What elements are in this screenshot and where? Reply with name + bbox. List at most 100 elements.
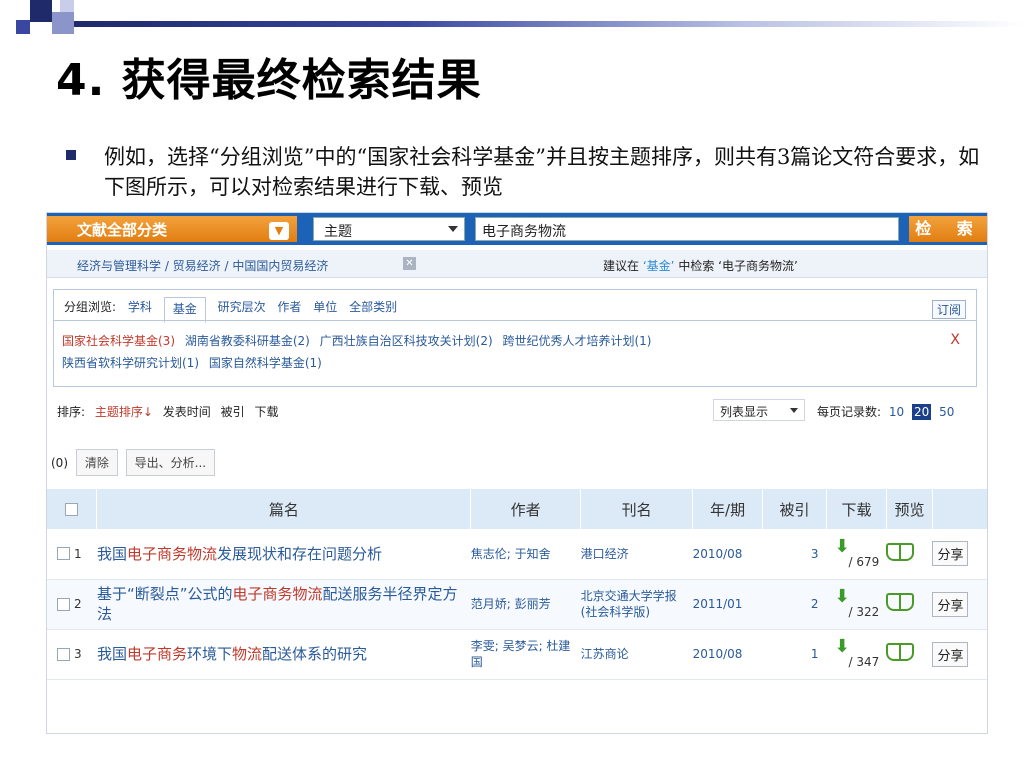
category-select[interactable]: 文献全部分类 ▼ <box>47 216 297 242</box>
download-cell: ⬇/ 322 <box>826 579 887 630</box>
sort-option-cited[interactable]: 被引 <box>221 405 245 419</box>
row-checkbox[interactable] <box>57 647 70 661</box>
issue-date[interactable]: 2010/08 <box>692 629 763 680</box>
deco-square-pale <box>60 0 74 12</box>
share-cell: 分享 <box>932 529 987 580</box>
authors[interactable]: 焦志伦; 于知舍 <box>470 529 581 580</box>
search-results-screenshot: 文献全部分类 ▼ 主题 电子商务物流 检 索 经济与管理科学 / 贸易经济 / … <box>46 212 988 734</box>
download-count: / 347 <box>848 655 880 669</box>
sort-option-topic[interactable]: 主题排序↓ <box>95 405 153 419</box>
group-tabs: 分组浏览: 学科 基金 研究层次 作者 单位 全部类别 <box>64 297 405 323</box>
bullet-text: 例如，选择“分组浏览”中的“国家社会科学基金”并且按主题排序，则共有3篇论文符合… <box>104 145 980 199</box>
share-button[interactable]: 分享 <box>932 641 969 667</box>
share-button[interactable]: 分享 <box>932 591 969 617</box>
select-all-cell <box>47 489 98 529</box>
sort-option-downloads[interactable]: 下载 <box>254 405 278 419</box>
issue-date[interactable]: 2010/08 <box>692 529 763 580</box>
tab-subject[interactable]: 学科 <box>128 300 152 314</box>
fund-list: 国家社会科学基金(3) 湖南省教委科研基金(2) 广西壮族自治区科技攻关计划(2… <box>62 330 922 374</box>
citation-count[interactable]: 1 <box>762 629 827 680</box>
share-cell: 分享 <box>932 629 987 680</box>
fund-item[interactable]: 湖南省教委科研基金(2) <box>185 334 310 348</box>
subscribe-button[interactable]: 订阅 <box>931 300 966 319</box>
row-select: 3 <box>47 629 97 680</box>
per-page-50[interactable]: 50 <box>939 405 954 419</box>
authors[interactable]: 范月娇; 彭丽芳 <box>470 579 581 630</box>
title-text: 我国 <box>96 645 127 663</box>
fund-item[interactable]: 广西壮族自治区科技攻关计划(2) <box>320 334 493 348</box>
journal-name[interactable]: 北京交通大学学报(社会科学版) <box>580 579 693 630</box>
group-label: 分组浏览: <box>64 300 117 314</box>
download-icon[interactable]: ⬇ <box>835 537 887 555</box>
header-preview: 预览 <box>886 489 933 529</box>
header-cited[interactable]: 被引 <box>762 489 827 529</box>
article-title-link[interactable]: 我国电子商务环境下物流配送体系的研究 <box>96 629 471 680</box>
deco-square-dark <box>30 0 52 22</box>
tab-all-categories[interactable]: 全部类别 <box>349 300 397 314</box>
download-cell: ⬇/ 679 <box>826 529 887 580</box>
per-page-10[interactable]: 10 <box>889 405 904 419</box>
book-preview-icon[interactable] <box>886 643 915 661</box>
book-preview-icon[interactable] <box>886 542 915 561</box>
title-text: 发展现状和存在问题分析 <box>217 544 383 563</box>
fund-item[interactable]: 国家自然科学基金(1) <box>209 356 322 370</box>
search-input[interactable]: 电子商务物流 <box>475 217 899 241</box>
header-author[interactable]: 作者 <box>470 489 582 529</box>
citation-count[interactable]: 3 <box>762 529 827 580</box>
close-icon[interactable]: ✕ <box>403 257 416 270</box>
header-share <box>932 489 987 529</box>
category-label: 文献全部分类 <box>77 221 168 239</box>
title-keyword: 物流 <box>232 645 263 663</box>
share-button[interactable]: 分享 <box>932 541 969 567</box>
header-downloads[interactable]: 下载 <box>826 489 887 529</box>
issue-date[interactable]: 2011/01 <box>692 579 763 630</box>
field-select[interactable]: 主题 <box>313 217 465 241</box>
chevron-down-icon: ▼ <box>269 222 289 240</box>
article-title-link[interactable]: 我国电子商务物流发展现状和存在问题分析 <box>96 529 471 580</box>
fund-item[interactable]: 跨世纪优秀人才培养计划(1) <box>502 334 651 348</box>
book-preview-icon[interactable] <box>886 593 915 611</box>
tab-research-level[interactable]: 研究层次 <box>218 300 266 314</box>
export-analyze-button[interactable]: 导出、分析... <box>125 449 216 476</box>
download-icon[interactable]: ⬇ <box>835 588 887 606</box>
sort-option-date[interactable]: 发表时间 <box>163 405 211 419</box>
tab-institution[interactable]: 单位 <box>313 300 337 314</box>
result-actions: (0) 清除 导出、分析... <box>51 449 216 476</box>
header-title[interactable]: 篇名 <box>96 489 472 529</box>
view-mode-select[interactable]: 列表显示 <box>713 399 805 421</box>
download-icon[interactable]: ⬇ <box>835 638 887 656</box>
header-date[interactable]: 年/期 <box>692 489 764 529</box>
title-keyword: 电子商务物流 <box>126 544 217 563</box>
row-checkbox[interactable] <box>57 547 70 561</box>
row-number: 2 <box>74 597 82 611</box>
citation-count[interactable]: 2 <box>762 579 827 630</box>
search-button[interactable]: 检 索 <box>909 216 987 242</box>
clear-button[interactable]: 清除 <box>75 449 118 476</box>
journal-name[interactable]: 港口经济 <box>580 529 693 580</box>
download-count: / 679 <box>848 554 880 569</box>
row-checkbox[interactable] <box>57 597 70 611</box>
journal-name[interactable]: 江苏商论 <box>580 629 693 680</box>
tab-author[interactable]: 作者 <box>277 300 301 314</box>
select-all-checkbox[interactable] <box>65 503 79 516</box>
per-page-control: 每页记录数: 10 20 50 <box>817 403 954 420</box>
title-keyword: 电子商务物流 <box>232 585 323 603</box>
row-number: 3 <box>74 647 82 661</box>
dropdown-triangle-icon <box>448 226 458 232</box>
group-close-button[interactable]: X <box>950 332 960 348</box>
breadcrumb[interactable]: 经济与管理科学 / 贸易经济 / 中国国内贸易经济 <box>77 257 328 274</box>
sort-label: 排序: <box>57 405 86 419</box>
breadcrumb-bar: 经济与管理科学 / 贸易经济 / 中国国内贸易经济 ✕ 建议在 ‘基金’ 中检索… <box>47 250 987 278</box>
fund-item-selected[interactable]: 国家社会科学基金(3) <box>62 334 175 348</box>
header-journal[interactable]: 刊名 <box>580 489 694 529</box>
fund-item[interactable]: 陕西省软科学研究计划(1) <box>62 356 199 370</box>
view-mode-label: 列表显示 <box>720 405 769 419</box>
authors[interactable]: 李雯; 吴梦云; 杜建国 <box>470 629 581 680</box>
results-table: 篇名 作者 刊名 年/期 被引 下载 预览 1 我国电子商务物流发展现状和存在问… <box>47 489 987 680</box>
article-title-link[interactable]: 基于“断裂点”公式的电子商务物流配送服务半径界定方法 <box>96 579 471 630</box>
suggest-fund-link[interactable]: ‘基金’ <box>643 259 675 273</box>
deco-square-mid <box>16 20 30 34</box>
per-page-20[interactable]: 20 <box>911 404 932 420</box>
preview-cell <box>886 529 933 580</box>
sort-bar: 排序: 主题排序↓ 发表时间 被引 下载 <box>57 403 284 420</box>
